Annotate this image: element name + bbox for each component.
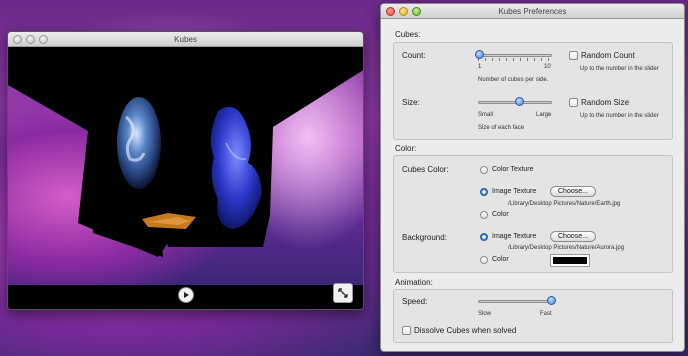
size-min-label: Small bbox=[478, 112, 494, 118]
dissolve-label[interactable]: Dissolve Cubes when solved bbox=[414, 326, 516, 335]
color-section-header: Color: bbox=[395, 144, 417, 153]
cubes-color-option-label[interactable]: Color bbox=[492, 211, 509, 218]
kubes-render-view[interactable] bbox=[8, 47, 363, 285]
cubes-section-header: Cubes: bbox=[395, 30, 421, 39]
background-color-option-label[interactable]: Color bbox=[492, 256, 509, 263]
earth-texture bbox=[117, 97, 161, 189]
kubes-window: Kubes bbox=[7, 31, 364, 310]
size-label: Size: bbox=[402, 98, 420, 107]
random-size-label[interactable]: Random Size bbox=[581, 98, 629, 107]
preferences-window: Kubes Preferences Cubes: Count: 1 10 Num… bbox=[380, 3, 685, 352]
cubes-group: Count: 1 10 Number of cubes per side. Ra… bbox=[393, 42, 673, 140]
random-count-checkbox[interactable] bbox=[569, 51, 578, 60]
random-count-label[interactable]: Random Count bbox=[581, 51, 635, 60]
cubes-image-path: /Library/Desktop Pictures/Nature/Earth.j… bbox=[508, 201, 621, 207]
play-button[interactable] bbox=[178, 287, 194, 303]
size-caption: Size of each face bbox=[478, 125, 525, 131]
count-label: Count: bbox=[402, 51, 426, 60]
kubes-window-title: Kubes bbox=[174, 35, 197, 44]
size-max-label: Large bbox=[536, 112, 552, 118]
cubes-choose-button[interactable]: Choose... bbox=[550, 186, 596, 197]
count-slider-knob[interactable] bbox=[475, 50, 484, 59]
fullscreen-button[interactable] bbox=[333, 283, 353, 303]
preferences-window-title: Kubes Preferences bbox=[498, 7, 567, 16]
kubes-window-controls bbox=[13, 35, 48, 44]
animation-section-header: Animation: bbox=[395, 278, 433, 287]
count-max-label: 10 bbox=[544, 64, 551, 70]
speed-max-label: Fast bbox=[540, 311, 552, 317]
play-icon bbox=[184, 292, 189, 298]
animation-group: Speed: Slow Fast Dissolve Cubes when sol… bbox=[393, 289, 673, 343]
preferences-titlebar[interactable]: Kubes Preferences bbox=[381, 4, 684, 19]
speed-slider-knob[interactable] bbox=[547, 296, 556, 305]
playback-bar bbox=[8, 283, 363, 309]
fullscreen-icon bbox=[338, 288, 348, 298]
background-image-texture-label[interactable]: Image Texture bbox=[492, 233, 536, 240]
size-slider[interactable] bbox=[478, 96, 552, 108]
preferences-window-controls bbox=[386, 7, 421, 16]
speed-slider[interactable] bbox=[478, 295, 556, 307]
kubes-scene-graphic bbox=[8, 47, 363, 257]
background-color-well[interactable] bbox=[550, 254, 590, 267]
kubes-titlebar[interactable]: Kubes bbox=[8, 32, 363, 47]
background-label: Background: bbox=[402, 233, 447, 242]
size-slider-knob[interactable] bbox=[515, 97, 524, 106]
count-caption: Number of cubes per side. bbox=[478, 77, 549, 83]
close-button[interactable] bbox=[13, 35, 22, 44]
random-size-checkbox[interactable] bbox=[569, 98, 578, 107]
cubes-color-radio[interactable] bbox=[480, 211, 488, 219]
zoom-button[interactable] bbox=[412, 7, 421, 16]
background-color-radio[interactable] bbox=[480, 256, 488, 264]
background-choose-button[interactable]: Choose... bbox=[550, 231, 596, 242]
random-count-hint: Up to the number in the slider bbox=[580, 66, 659, 72]
speed-min-label: Slow bbox=[478, 311, 492, 317]
zoom-button[interactable] bbox=[39, 35, 48, 44]
cubes-color-texture-radio[interactable] bbox=[480, 166, 488, 174]
count-slider[interactable] bbox=[475, 49, 552, 61]
background-image-path: /Library/Desktop Pictures/Nature/Aurora.… bbox=[508, 245, 625, 251]
minimize-button[interactable] bbox=[26, 35, 35, 44]
count-min-label: 1 bbox=[478, 64, 482, 70]
color-group: Cubes Color: Color Texture Image Texture… bbox=[393, 155, 673, 273]
close-button[interactable] bbox=[386, 7, 395, 16]
cubes-color-label: Cubes Color: bbox=[402, 165, 449, 174]
background-image-texture-radio[interactable] bbox=[480, 233, 488, 241]
cubes-color-texture-label[interactable]: Color Texture bbox=[492, 166, 534, 173]
random-size-hint: Up to the number in the slider bbox=[580, 113, 659, 119]
minimize-button[interactable] bbox=[399, 7, 408, 16]
dissolve-checkbox[interactable] bbox=[402, 326, 411, 335]
cubes-image-texture-radio[interactable] bbox=[480, 188, 488, 196]
speed-label: Speed: bbox=[402, 297, 428, 306]
background-color-swatch bbox=[553, 257, 587, 264]
cubes-image-texture-label[interactable]: Image Texture bbox=[492, 188, 536, 195]
